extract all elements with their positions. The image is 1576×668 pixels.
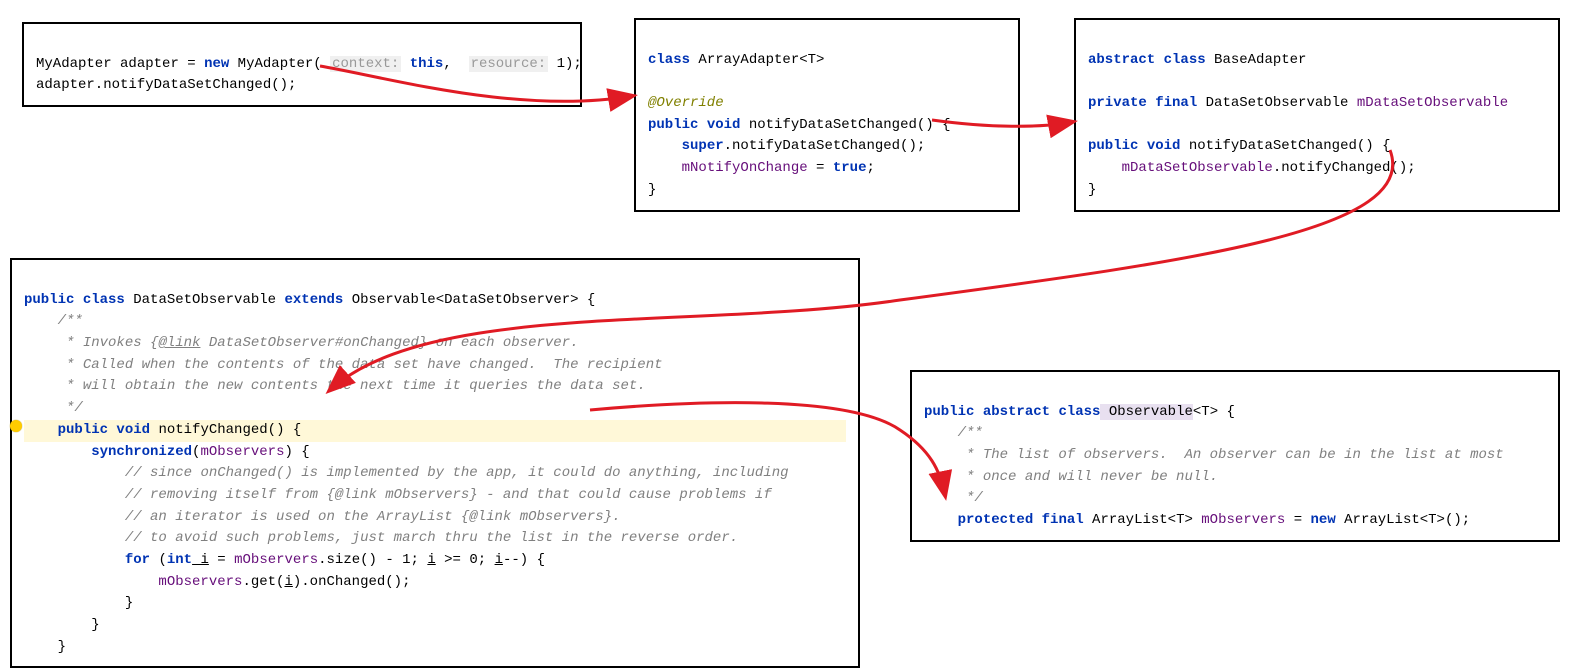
code-box-arrayadapter: class ArrayAdapter<T> @Override public v… xyxy=(634,18,1020,212)
close2: } xyxy=(24,617,100,633)
jd4: */ xyxy=(924,490,983,506)
code-box-usage: MyAdapter adapter = new MyAdapter( conte… xyxy=(22,22,582,107)
method-sig: public void notifyChanged() { xyxy=(24,420,846,442)
line1: abstract class BaseAdapter xyxy=(1088,52,1306,68)
close: } xyxy=(1088,182,1096,198)
assign: mNotifyOnChange = true; xyxy=(648,160,875,176)
call: mDataSetObservable.notifyChanged(); xyxy=(1088,160,1416,176)
class-decl: public abstract class Observable<T> { xyxy=(924,404,1235,420)
jd1: /** xyxy=(924,425,983,441)
sync: synchronized(mObservers) { xyxy=(24,444,310,460)
method-sig: public void notifyDataSetChanged() { xyxy=(648,117,950,133)
javadoc5: */ xyxy=(24,400,83,416)
javadoc4: * will obtain the new contents the next … xyxy=(24,378,646,394)
jd2: * The list of observers. An observer can… xyxy=(924,447,1504,463)
cc2: // removing itself from {@link mObserver… xyxy=(24,487,772,503)
class-decl: public class DataSetObservable extends O… xyxy=(24,292,595,308)
field: protected final ArrayList<T> mObservers … xyxy=(924,512,1470,528)
field: private final DataSetObservable mDataSet… xyxy=(1088,95,1508,111)
line1: class ArrayAdapter<T> xyxy=(648,52,824,68)
javadoc1: /** xyxy=(24,313,83,329)
cc3: // an iterator is used on the ArrayList … xyxy=(24,509,621,525)
for: for (int i = mObservers.size() - 1; i >=… xyxy=(24,552,545,568)
method-sig: public void notifyDataSetChanged() { xyxy=(1088,138,1390,154)
close3: } xyxy=(24,639,66,655)
anno: @Override xyxy=(648,95,724,111)
code-box-baseadapter: abstract class BaseAdapter private final… xyxy=(1074,18,1560,212)
close: } xyxy=(648,182,656,198)
close1: } xyxy=(24,595,133,611)
bulb-icon xyxy=(10,420,22,432)
code-box-observable: public abstract class Observable<T> { /*… xyxy=(910,370,1560,542)
javadoc2: * Invokes {@link DataSetObserver#onChang… xyxy=(24,335,579,351)
javadoc3: * Called when the contents of the data s… xyxy=(24,357,663,373)
cc4: // to avoid such problems, just march th… xyxy=(24,530,738,546)
body: mObservers.get(i).onChanged(); xyxy=(24,574,410,590)
line2: adapter.notifyDataSetChanged(); xyxy=(36,77,296,93)
line1: MyAdapter adapter = new MyAdapter( conte… xyxy=(36,56,582,72)
code-box-datasetobservable: public class DataSetObservable extends O… xyxy=(10,258,860,668)
cc1: // since onChanged() is implemented by t… xyxy=(24,465,789,481)
jd3: * once and will never be null. xyxy=(924,469,1218,485)
super-call: super.notifyDataSetChanged(); xyxy=(648,138,925,154)
